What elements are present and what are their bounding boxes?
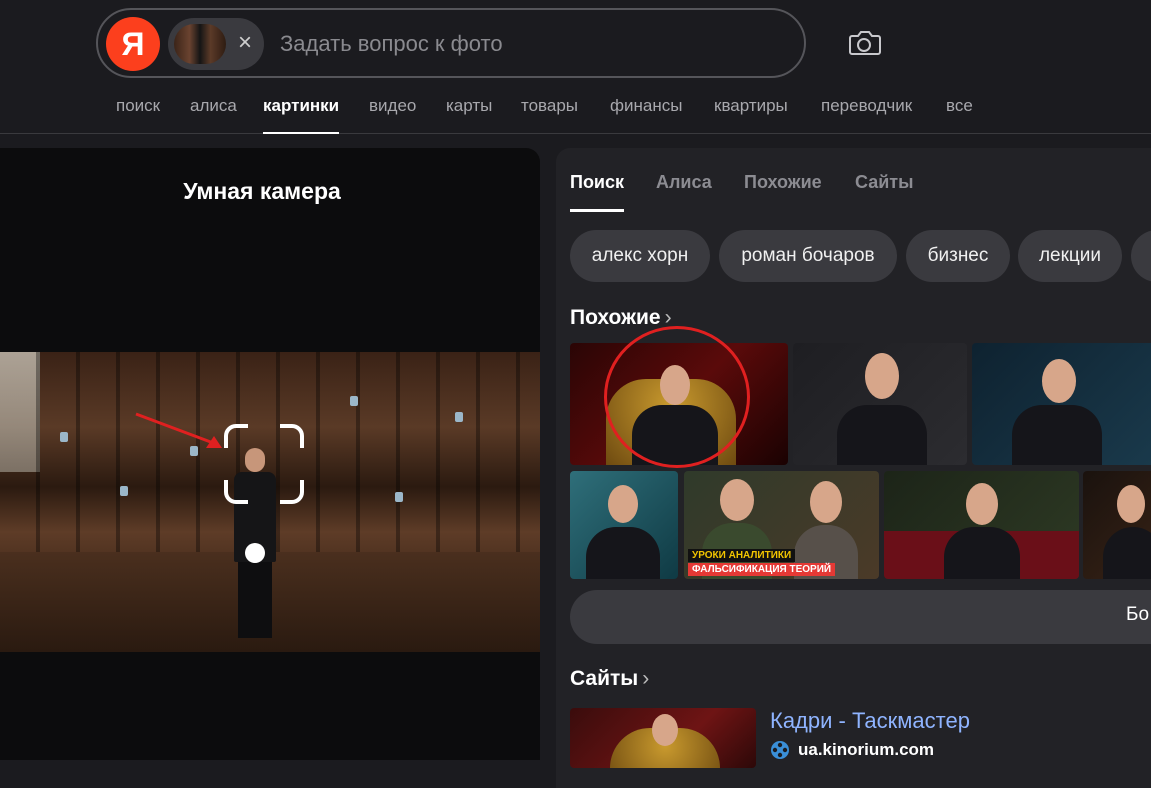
film-reel-icon [771, 741, 789, 759]
similar-image[interactable]: УРОКИ АНАЛИТИКИ ФАЛЬСИФИКАЦИЯ ТЕОРИЙ [684, 471, 879, 579]
search-input[interactable] [278, 24, 782, 64]
nav-item-all[interactable]: все [946, 96, 973, 134]
tag-alex-horne[interactable]: алекс хорн [570, 230, 710, 282]
nav-item-translate[interactable]: переводчик [821, 96, 912, 134]
image-query-chip[interactable]: × [168, 18, 264, 70]
tag-more[interactable] [1131, 230, 1151, 282]
smart-camera-title: Умная камера [183, 178, 341, 204]
tag-lectures[interactable]: лекции [1018, 230, 1122, 282]
site-domain[interactable]: ua.kinorium.com [798, 740, 934, 760]
similar-image[interactable] [884, 471, 1079, 579]
similar-image[interactable] [972, 343, 1151, 465]
lamp [120, 486, 128, 496]
results-panel: Поиск Алиса Похожие Сайты алекс хорн ром… [556, 148, 1151, 788]
similar-image[interactable] [570, 471, 678, 579]
red-circle-annotation [604, 326, 750, 468]
tab-search[interactable]: Поиск [570, 172, 625, 212]
sites-section-title[interactable]: Сайты › [570, 667, 649, 691]
yandex-logo[interactable]: Я [106, 17, 160, 71]
camera-icon[interactable] [846, 26, 882, 60]
similar-image[interactable] [793, 343, 967, 465]
red-arrow-annotation [135, 412, 222, 448]
nav-item-maps[interactable]: карты [446, 96, 492, 134]
tab-similar[interactable]: Похожие [744, 172, 822, 212]
similar-image[interactable] [1083, 471, 1151, 579]
site-thumbnail[interactable] [570, 708, 756, 768]
nav-item-realty[interactable]: квартиры [714, 96, 788, 134]
tab-alice[interactable]: Алиса [656, 172, 712, 212]
tab-sites[interactable]: Сайты [855, 172, 913, 212]
tile-caption: УРОКИ АНАЛИТИКИ [688, 549, 796, 562]
nav-item-video[interactable]: видео [369, 96, 416, 134]
lamp [395, 492, 403, 502]
header: Я × поиск алиса картинки видео карты тов… [0, 0, 1151, 134]
nav-item-goods[interactable]: товары [521, 96, 578, 134]
tile-caption: ФАЛЬСИФИКАЦИЯ ТЕОРИЙ [688, 563, 836, 576]
lamp [60, 432, 68, 442]
tag-roman-bocharov[interactable]: роман бочаров [719, 230, 897, 282]
nav-item-images[interactable]: картинки [263, 96, 340, 134]
close-icon[interactable]: × [234, 28, 256, 58]
query-thumbnail [174, 24, 226, 64]
similar-section-title[interactable]: Похожие › [570, 306, 672, 330]
nav-item-search[interactable]: поиск [116, 96, 160, 134]
chevron-right-icon: › [642, 667, 650, 690]
nav-item-alice[interactable]: алиса [190, 96, 237, 134]
tag-business[interactable]: бизнес [906, 230, 1010, 282]
show-more-button[interactable]: Бо [570, 590, 1151, 644]
site-link-title[interactable]: Кадри - Таскмастер [770, 708, 970, 734]
lamp [350, 396, 358, 406]
lamp [455, 412, 463, 422]
nav-item-finance[interactable]: финансы [610, 96, 682, 134]
focus-bracket-icon[interactable] [222, 422, 306, 506]
object-marker-dot[interactable] [245, 543, 265, 563]
search-bar: Я × [96, 8, 806, 78]
